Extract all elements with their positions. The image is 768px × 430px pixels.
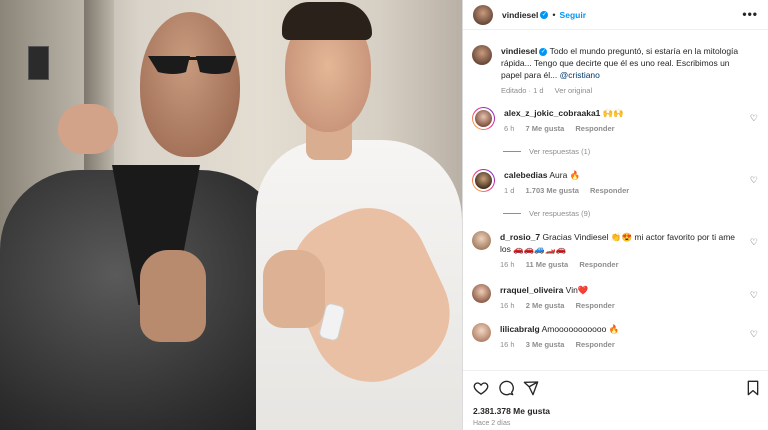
post-actions: 2.381.378 Me gusta Hace 2 días xyxy=(463,370,768,430)
replies-line xyxy=(503,151,521,152)
caption-meta: Editado · 1 d Ver original xyxy=(501,85,741,97)
comment-text: d_rosio_7 Gracias Vindiesel 👏😍 mi actor … xyxy=(500,231,740,271)
photo-thumbs-up-left xyxy=(140,250,206,342)
see-original-link[interactable]: Ver original xyxy=(555,86,593,95)
comment-username[interactable]: d_rosio_7 xyxy=(500,232,540,242)
comment-age: 1 d xyxy=(504,186,515,195)
author-avatar[interactable] xyxy=(473,4,493,25)
caption-edited: Editado · 1 d xyxy=(501,86,544,95)
comment-meta: 6 h 7 Me gusta Responder xyxy=(504,123,744,135)
reply-button[interactable]: Responder xyxy=(575,124,614,133)
comment-meta: 16 h 2 Me gusta Responder xyxy=(500,300,740,312)
comment-item: rraquel_oliveira Vin❤️ 16 h 2 Me gusta R… xyxy=(472,284,762,312)
photo-sunglasses xyxy=(148,56,236,74)
comment-age: 16 h xyxy=(500,340,515,349)
comment-age: 6 h xyxy=(504,124,515,133)
photo-person-left-head xyxy=(140,12,240,157)
post-header: vindiesel ✓ • Seguir ••• xyxy=(463,0,768,30)
like-count[interactable]: 2.381.378 Me gusta xyxy=(473,406,550,416)
photo-hand-on-shoulder xyxy=(58,104,118,154)
comment-age: 16 h xyxy=(500,301,515,310)
comment-age: 16 h xyxy=(500,260,515,269)
comment-like-heart-icon[interactable]: ♡ xyxy=(750,113,758,124)
post-time[interactable]: Hace 2 días xyxy=(473,420,510,427)
comment-item: alex_z_jokic_cobraaka1 🙌🙌 6 h 7 Me gusta… xyxy=(472,107,762,135)
caption-mention[interactable]: @cristiano xyxy=(560,70,600,80)
view-replies-button[interactable]: Ver respuestas (9) xyxy=(503,209,590,218)
comment-username[interactable]: alex_z_jokic_cobraaka1 xyxy=(504,108,600,118)
comment-meta: 16 h 3 Me gusta Responder xyxy=(500,339,740,351)
commenter-avatar[interactable] xyxy=(472,323,491,342)
caption: vindiesel ✓ Todo el mundo preguntó, si es… xyxy=(472,45,762,97)
more-options-icon[interactable]: ••• xyxy=(742,7,758,21)
replies-line xyxy=(503,213,521,214)
comment-text: rraquel_oliveira Vin❤️ 16 h 2 Me gusta R… xyxy=(500,284,740,312)
view-replies-button[interactable]: Ver respuestas (1) xyxy=(503,147,590,156)
comment-item: calebedias Aura 🔥 1 d 1.703 Me gusta Res… xyxy=(472,169,762,197)
comment-likes[interactable]: 11 Me gusta xyxy=(526,260,569,269)
comment-likes[interactable]: 2 Me gusta xyxy=(526,301,565,310)
comment-item: d_rosio_7 Gracias Vindiesel 👏😍 mi actor … xyxy=(472,231,762,271)
instagram-post-view: vindiesel ✓ • Seguir ••• vindiesel ✓ Todo… xyxy=(0,0,768,430)
photo-person-right-hair xyxy=(282,2,372,40)
comments-fade xyxy=(463,362,768,370)
comment-like-heart-icon[interactable]: ♡ xyxy=(750,290,758,301)
comment-body: 🙌🙌 xyxy=(600,108,624,118)
reply-button[interactable]: Responder xyxy=(579,260,618,269)
comment-likes[interactable]: 1.703 Me gusta xyxy=(526,186,579,195)
reply-button[interactable]: Responder xyxy=(590,186,629,195)
photo-wall-plaque xyxy=(28,46,49,80)
comments-list[interactable]: vindiesel ✓ Todo el mundo preguntó, si es… xyxy=(463,31,768,371)
separator-dot: • xyxy=(552,9,556,20)
comment-body: Aura 🔥 xyxy=(547,170,581,180)
comment-text: lilicabralg Amooooooooooo 🔥 16 h 3 Me gu… xyxy=(500,323,740,351)
comment-like-heart-icon[interactable]: ♡ xyxy=(750,237,758,248)
comment-like-heart-icon[interactable]: ♡ xyxy=(750,175,758,186)
verified-badge-icon: ✓ xyxy=(540,10,549,19)
reply-button[interactable]: Responder xyxy=(576,301,615,310)
heart-icon[interactable] xyxy=(473,380,489,398)
comment-body: Vin❤️ xyxy=(563,285,589,295)
bookmark-icon[interactable] xyxy=(746,380,760,398)
comment-likes[interactable]: 3 Me gusta xyxy=(526,340,565,349)
comment-meta: 16 h 11 Me gusta Responder xyxy=(500,259,740,271)
comment-icon[interactable] xyxy=(498,380,514,398)
commenter-avatar[interactable] xyxy=(472,231,491,250)
comment-like-heart-icon[interactable]: ♡ xyxy=(750,329,758,340)
commenter-avatar xyxy=(473,108,494,129)
post-sidebar: vindiesel ✓ • Seguir ••• vindiesel ✓ Todo… xyxy=(463,0,768,430)
comment-meta: 1 d 1.703 Me gusta Responder xyxy=(504,185,744,197)
comment-text: calebedias Aura 🔥 1 d 1.703 Me gusta Res… xyxy=(504,169,744,197)
story-ring[interactable] xyxy=(472,169,495,192)
comment-username[interactable]: lilicabralg xyxy=(500,324,540,334)
commenter-avatar[interactable] xyxy=(472,284,491,303)
story-ring[interactable] xyxy=(472,107,495,130)
comment-likes[interactable]: 7 Me gusta xyxy=(526,124,565,133)
caption-username[interactable]: vindiesel xyxy=(501,46,537,56)
comment-text: alex_z_jokic_cobraaka1 🙌🙌 6 h 7 Me gusta… xyxy=(504,107,744,135)
reply-button[interactable]: Responder xyxy=(576,340,615,349)
follow-button[interactable]: Seguir xyxy=(560,10,586,20)
view-replies-label: Ver respuestas (1) xyxy=(529,147,591,156)
caption-avatar[interactable] xyxy=(472,45,492,65)
comment-item: lilicabralg Amooooooooooo 🔥 16 h 3 Me gu… xyxy=(472,323,762,351)
share-icon[interactable] xyxy=(523,380,539,398)
commenter-avatar xyxy=(473,170,494,191)
post-photo[interactable] xyxy=(0,0,462,430)
comment-username[interactable]: rraquel_oliveira xyxy=(500,285,563,295)
author-username[interactable]: vindiesel xyxy=(502,10,538,20)
caption-text: vindiesel ✓ Todo el mundo preguntó, si es… xyxy=(501,45,741,97)
comment-body: Amooooooooooo 🔥 xyxy=(539,324,620,334)
photo-thumbs-up-right xyxy=(263,250,325,328)
action-icons xyxy=(473,380,548,398)
comment-username[interactable]: calebedias xyxy=(504,170,547,180)
view-replies-label: Ver respuestas (9) xyxy=(529,209,591,218)
